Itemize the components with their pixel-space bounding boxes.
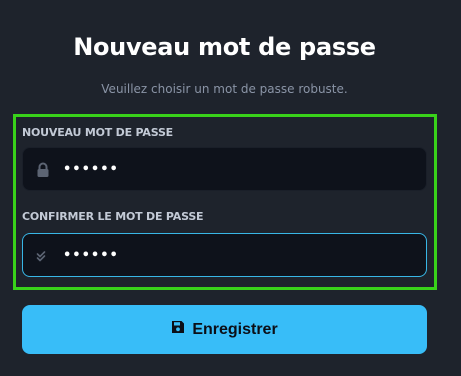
floppy-disk-icon xyxy=(171,320,185,339)
save-button[interactable]: Enregistrer xyxy=(22,305,427,354)
double-check-icon xyxy=(36,248,50,264)
new-password-label: NOUVEAU MOT DE PASSE xyxy=(22,126,173,139)
confirm-password-input[interactable] xyxy=(63,234,418,276)
lock-icon xyxy=(36,162,50,178)
confirm-password-label: CONFIRMER LE MOT DE PASSE xyxy=(22,210,204,223)
page-subtitle: Veuillez choisir un mot de passe robuste… xyxy=(101,82,348,96)
new-password-field[interactable] xyxy=(22,147,427,191)
reset-password-panel: Nouveau mot de passe Veuillez choisir un… xyxy=(0,0,461,376)
new-password-input[interactable] xyxy=(63,148,418,190)
save-button-label: Enregistrer xyxy=(192,320,278,338)
page-title: Nouveau mot de passe xyxy=(73,33,376,61)
confirm-password-field[interactable] xyxy=(22,233,427,277)
